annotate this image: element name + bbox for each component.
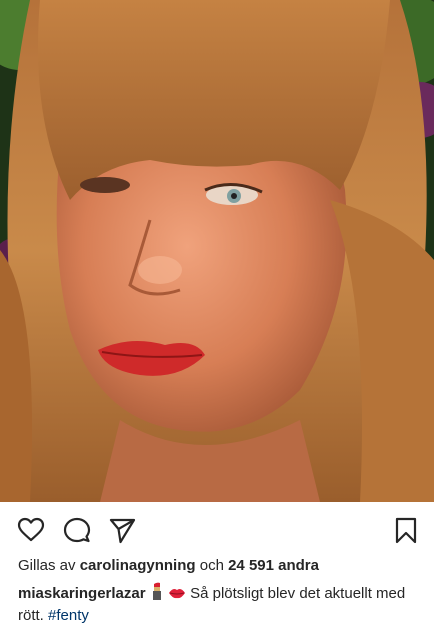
save-bookmark-icon[interactable] [392, 516, 420, 544]
like-heart-icon[interactable] [17, 516, 45, 544]
share-paper-plane-icon[interactable] [108, 516, 136, 544]
caption-username-link[interactable]: miaskaringerlazar [18, 585, 146, 602]
post-caption: miaskaringerlazar Så plötsligt blev det … [18, 582, 418, 626]
kiss-lips-icon [168, 586, 186, 606]
hashtag-link[interactable]: #fenty [48, 607, 89, 624]
post-photo[interactable] [0, 0, 434, 502]
likes-summary: Gillas av carolinagynning och 24 591 and… [18, 557, 319, 574]
action-bar [0, 508, 434, 552]
liker-username-link[interactable]: carolinagynning [80, 557, 196, 574]
likes-count-link[interactable]: 24 591 andra [228, 557, 319, 574]
comment-bubble-icon[interactable] [63, 516, 91, 544]
lipstick-icon [150, 582, 164, 606]
instagram-post: Gillas av carolinagynning och 24 591 and… [0, 0, 434, 630]
likes-prefix: Gillas av [18, 557, 76, 574]
likes-conjunction: och [199, 557, 224, 574]
selfie-image [0, 0, 434, 502]
